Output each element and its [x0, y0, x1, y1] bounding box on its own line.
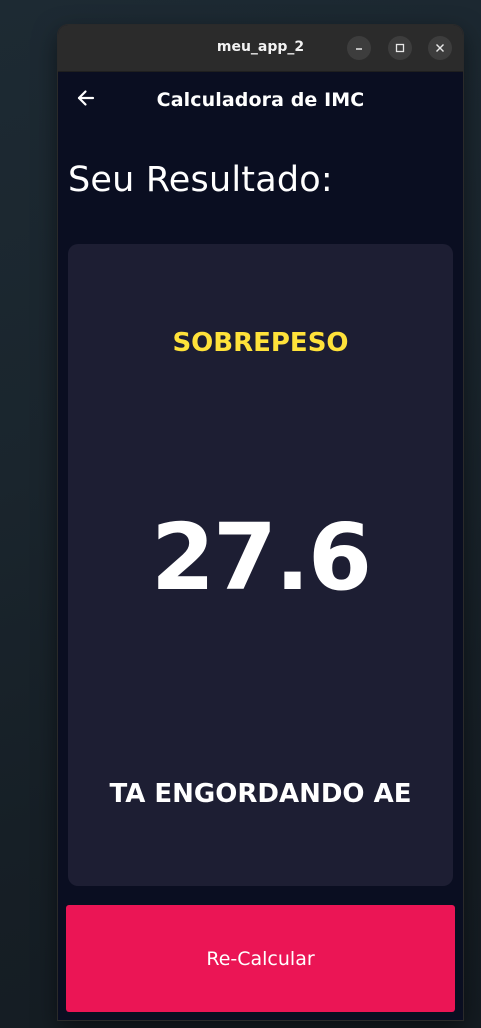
maximize-icon: [395, 43, 405, 53]
app-bar-title: Calculadora de IMC: [156, 89, 365, 111]
recalculate-button[interactable]: Re-Calcular: [66, 905, 455, 1012]
minimize-icon: [354, 43, 364, 53]
window-titlebar[interactable]: meu_app_2: [58, 25, 463, 72]
app-bar: Calculadora de IMC: [58, 72, 463, 128]
maximize-button[interactable]: [388, 36, 412, 60]
result-card: SOBREPESO 27.6 TA ENGORDANDO AE: [68, 244, 453, 886]
minimize-button[interactable]: [347, 36, 371, 60]
result-category: SOBREPESO: [172, 328, 349, 358]
app-window: meu_app_2 Calculadora de IMC Seu Resulta…: [58, 25, 463, 1020]
close-button[interactable]: [428, 36, 452, 60]
close-icon: [435, 43, 445, 53]
bmi-value: 27.6: [151, 504, 372, 611]
page-title: Seu Resultado:: [68, 160, 333, 200]
result-message: TA ENGORDANDO AE: [109, 779, 412, 809]
